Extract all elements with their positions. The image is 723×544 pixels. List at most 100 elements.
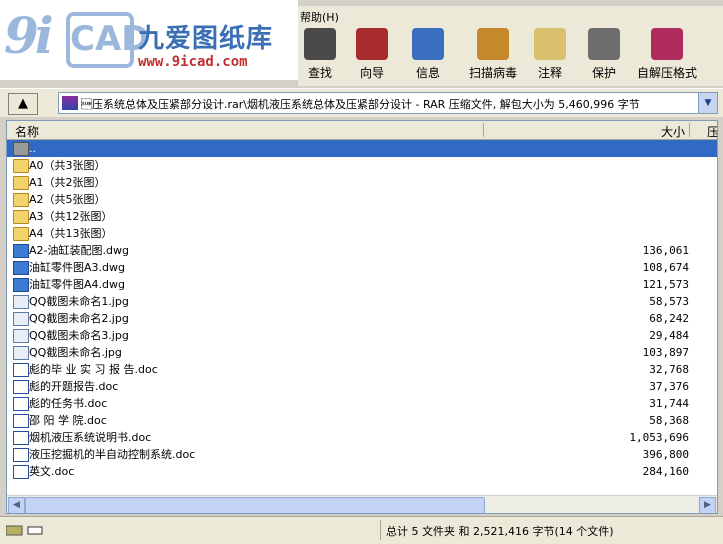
file-name: A4（共13张图） (29, 227, 113, 240)
comment-button[interactable]: 注释 (528, 28, 572, 84)
file-name: A2-油缸装配图.dwg (29, 244, 129, 257)
file-name: QQ截图未命名3.jpg (29, 329, 129, 342)
file-name: A2（共5张图） (29, 193, 106, 206)
folder-icon (13, 159, 29, 173)
jpg-icon (13, 329, 29, 343)
jpg-icon (13, 346, 29, 360)
file-row[interactable]: A1（共2张图） (7, 174, 717, 191)
path-combobox[interactable]: 压系统总体及压紧部分设计.rar\烟机液压系统总体及压紧部分设计 - RAR … (58, 92, 718, 114)
list-header: 名称 大小 压 (7, 121, 717, 140)
file-size: 32,768 (649, 363, 689, 376)
file-size: 29,484 (649, 329, 689, 342)
horizontal-scrollbar[interactable]: ◀ ▶ (7, 495, 717, 513)
file-row[interactable]: A2（共5张图） (7, 191, 717, 208)
file-row[interactable]: QQ截图未命名1.jpg 58,573 (7, 293, 717, 310)
file-row[interactable]: 彪的开题报告.doc 37,376 (7, 378, 717, 395)
protect-button[interactable]: 保护 (584, 28, 624, 84)
file-size: 136,061 (642, 244, 689, 257)
file-row[interactable]: QQ截图未命名3.jpg 29,484 (7, 327, 717, 344)
doc-icon (13, 363, 29, 377)
path-text: 压系统总体及压紧部分设计.rar\烟机液压系统总体及压紧部分设计 - RAR … (81, 98, 640, 111)
column-divider[interactable] (483, 123, 484, 137)
column-size-header[interactable]: 大小 (567, 123, 685, 140)
file-row[interactable]: 邵 阳 学 院.doc 58,368 (7, 412, 717, 429)
file-row[interactable]: QQ截图未命名2.jpg 68,242 (7, 310, 717, 327)
file-name: 彪的任务书.doc (29, 397, 108, 410)
wizard-label: 向导 (359, 66, 384, 80)
column-divider[interactable] (689, 123, 690, 137)
virus-scan-icon (477, 28, 509, 60)
scroll-right-icon[interactable]: ▶ (699, 497, 716, 513)
file-row[interactable]: 英文.doc 284,160 (7, 463, 717, 480)
up-folder-button[interactable]: ▲ (8, 93, 38, 115)
file-size: 31,744 (649, 397, 689, 410)
logo-url: www.9icad.com (138, 54, 248, 70)
drive-key-icon (5, 523, 44, 537)
chevron-down-icon[interactable]: ▼ (698, 93, 717, 113)
logo-9i-text: 9i (4, 6, 54, 65)
menu-help[interactable]: 帮助(H) (300, 9, 339, 25)
file-row[interactable]: 油缸零件图A4.dwg 121,573 (7, 276, 717, 293)
wizard-icon (356, 28, 388, 60)
virus-scan-label: 扫描病毒 (468, 66, 517, 80)
file-size: 58,368 (649, 414, 689, 427)
doc-icon (13, 448, 29, 462)
doc-icon (13, 431, 29, 445)
file-row[interactable]: A3（共12张图） (7, 208, 717, 225)
find-label: 查找 (307, 66, 332, 80)
file-size: 58,573 (649, 295, 689, 308)
column-name-header[interactable]: 名称 (15, 123, 39, 140)
status-bar: 总计 5 文件夹 和 2,521,416 字节(14 个文件) (0, 516, 723, 544)
toolbar: 查找 向导 信息 扫描病毒 注释 保护 自解压格式 (298, 26, 723, 86)
rar-archive-icon (62, 96, 78, 110)
file-name: 油缸零件图A3.dwg (29, 261, 125, 274)
file-size: 103,897 (642, 346, 689, 359)
status-summary: 总计 5 文件夹 和 2,521,416 字节(14 个文件) (386, 525, 614, 538)
scroll-left-icon[interactable]: ◀ (8, 497, 25, 513)
file-name: 彪的开题报告.doc (29, 380, 119, 393)
file-name: QQ截图未命名2.jpg (29, 312, 129, 325)
virus-scan-button[interactable]: 扫描病毒 (466, 28, 520, 84)
file-row[interactable]: 彪的毕 业 实 习 报 告.doc 32,768 (7, 361, 717, 378)
protect-label: 保护 (591, 66, 616, 80)
file-size: 68,242 (649, 312, 689, 325)
file-row[interactable]: .. (7, 140, 717, 157)
comment-label: 注释 (537, 66, 562, 80)
folder-icon (13, 227, 29, 241)
file-row[interactable]: 液压挖掘机的半自动控制系统.doc 396,800 (7, 446, 717, 463)
address-bar: ▲ 压系统总体及压紧部分设计.rar\烟机液压系统总体及压紧部分设计 - RA… (0, 88, 723, 117)
file-row[interactable]: A2-油缸装配图.dwg 136,061 (7, 242, 717, 259)
doc-icon (13, 397, 29, 411)
logo-chinese-title: 九爱图纸库 (138, 24, 274, 54)
file-row[interactable]: 彪的任务书.doc 31,744 (7, 395, 717, 412)
column-compressed-header[interactable]: 压 (707, 123, 717, 140)
file-row[interactable]: QQ截图未命名.jpg 103,897 (7, 344, 717, 361)
file-size: 1,053,696 (629, 431, 689, 444)
info-button[interactable]: 信息 (404, 28, 452, 84)
wizard-button[interactable]: 向导 (348, 28, 396, 84)
dwg-icon (13, 244, 29, 258)
sfx-label: 自解压格式 (636, 66, 697, 80)
file-name: 彪的毕 业 实 习 报 告.doc (29, 363, 158, 376)
logo-cad-text: CAD (66, 12, 150, 68)
comment-icon (534, 28, 566, 60)
file-row[interactable]: 油缸零件图A3.dwg 108,674 (7, 259, 717, 276)
file-size: 108,674 (642, 261, 689, 274)
file-row[interactable]: A4（共13张图） (7, 225, 717, 242)
file-name: QQ截图未命名.jpg (29, 346, 122, 359)
file-size: 37,376 (649, 380, 689, 393)
file-rows: .. A0（共3张图） A1（共2张图） A2（共5张图） A3（共12张图） A4（共1… (7, 140, 717, 480)
scrollbar-thumb[interactable] (25, 497, 485, 513)
file-row[interactable]: A0（共3张图） (7, 157, 717, 174)
dwg-icon (13, 261, 29, 275)
file-name: 邵 阳 学 院.doc (29, 414, 107, 427)
file-row[interactable]: 烟机液压系统说明书.doc 1,053,696 (7, 429, 717, 446)
sfx-archive-icon (651, 28, 683, 60)
find-button[interactable]: 查找 (300, 28, 340, 84)
sfx-button[interactable]: 自解压格式 (636, 28, 698, 84)
file-name: QQ截图未命名1.jpg (29, 295, 129, 308)
file-name: 油缸零件图A4.dwg (29, 278, 125, 291)
file-name: .. (29, 142, 36, 155)
jpg-icon (13, 295, 29, 309)
file-list[interactable]: 名称 大小 压 .. A0（共3张图） A1（共2张图） A2（共5张图） A3（共12… (6, 120, 718, 514)
